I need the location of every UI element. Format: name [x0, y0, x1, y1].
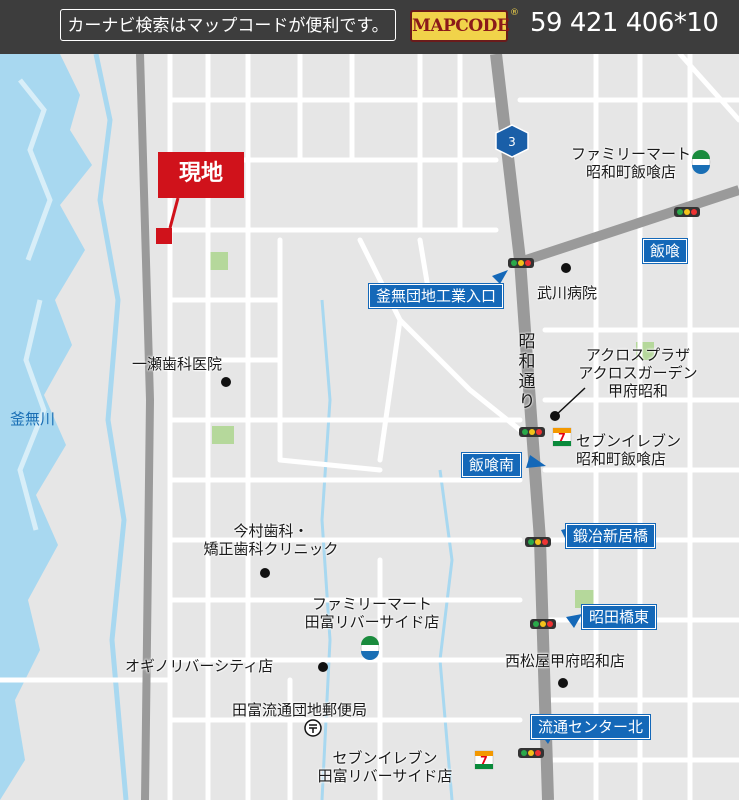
- site-label: 現地: [158, 152, 244, 198]
- label-seven-tatomi: セブンイレブン 田富リバーサイド店: [310, 749, 460, 785]
- poi-dot-icon: [318, 662, 328, 672]
- street-map: 3 7 7: [0, 0, 739, 800]
- label-line: 今村歯科・: [233, 522, 309, 540]
- label-takekawa-hospital: 武川病院: [537, 284, 598, 302]
- label-familymart-iigui: ファミリーマート 昭和町飯喰店: [566, 145, 696, 181]
- traffic-light-icon: [530, 619, 556, 629]
- mapcode-registered-mark: ®: [510, 8, 519, 18]
- road-name-char: 通: [518, 372, 536, 392]
- mapcode-value: 59 421 406*10: [530, 8, 719, 38]
- label-line: 昭和町飯喰店: [585, 163, 676, 181]
- familymart-logo-icon: [360, 636, 380, 660]
- label-imamura-dental: 今村歯科・ 矯正歯科クリニック: [196, 522, 346, 558]
- label-ichinose-dental: 一瀬歯科医院: [132, 355, 223, 373]
- label-line: 矯正歯科クリニック: [203, 540, 339, 558]
- seven-eleven-logo-icon: 7: [552, 427, 572, 447]
- label-line: 田富リバーサイド店: [304, 613, 440, 631]
- label-nishimatsuya: 西松屋甲府昭和店: [505, 652, 626, 670]
- road-name-char: り: [518, 392, 536, 412]
- svg-text:7: 7: [558, 431, 566, 444]
- traffic-light-icon: [508, 258, 534, 268]
- label-okino: オギノリバーシティ店: [125, 657, 274, 675]
- road-name-vertical: 昭和通り: [517, 332, 537, 412]
- river-label: 釜無川: [10, 410, 56, 428]
- sign-kamanashi-entrance: 釜無団地工業入口: [369, 284, 504, 308]
- label-line: 昭和町飯喰店: [576, 450, 667, 468]
- mapcode-header: カーナビ検索はマップコードが便利です。 MAPCODE ® 59 421 406…: [0, 0, 739, 54]
- poi-dot-icon: [558, 678, 568, 688]
- sign-kajishinikyo: 鍛冶新居橋: [566, 524, 656, 548]
- sign-iigui-minami: 飯喰南: [462, 453, 522, 477]
- label-line: セブンイレブン: [576, 432, 682, 450]
- poi-dot-icon: [260, 568, 270, 578]
- poi-dot-icon: [221, 377, 231, 387]
- traffic-light-icon: [519, 427, 545, 437]
- svg-text:7: 7: [480, 754, 488, 767]
- label-line: 田富リバーサイド店: [317, 767, 453, 785]
- mapcode-hint: カーナビ検索はマップコードが便利です。: [60, 9, 396, 41]
- road-name-char: 和: [518, 352, 536, 372]
- label-line: アクロスガーデン: [578, 364, 698, 382]
- sign-shodabashi-higashi: 昭田橋東: [582, 605, 657, 629]
- label-post-office: 田富流通団地郵便局: [232, 701, 368, 719]
- label-line: アクロスプラザ: [585, 346, 691, 364]
- label-line: 甲府昭和: [607, 382, 668, 400]
- traffic-light-icon: [674, 207, 700, 217]
- seven-eleven-logo-icon: 7: [474, 750, 494, 770]
- map-page: 3 7 7 カーナビ検索はマップコードが便利です。 MAPCODE ® 59 4…: [0, 0, 739, 800]
- sign-ryutsu-kita: 流通センター北: [531, 715, 651, 739]
- route-shield-icon: 3: [495, 124, 529, 158]
- road-name-char: 昭: [518, 332, 536, 352]
- route-number: 3: [508, 135, 516, 149]
- traffic-light-icon: [518, 748, 544, 758]
- label-seven-iigui: セブンイレブン 昭和町飯喰店: [576, 432, 681, 468]
- post-office-icon: [304, 719, 322, 737]
- traffic-light-icon: [525, 537, 551, 547]
- label-line: ファミリーマート: [311, 595, 432, 613]
- label-line: ファミリーマート: [570, 145, 691, 163]
- label-acros: アクロスプラザ アクロスガーデン 甲府昭和: [568, 346, 708, 400]
- site-marker: [156, 228, 172, 244]
- label-line: セブンイレブン: [332, 749, 438, 767]
- mapcode-logo: MAPCODE: [410, 10, 510, 42]
- poi-dot-icon: [561, 263, 571, 273]
- label-familymart-tatomi: ファミリーマート 田富リバーサイド店: [297, 595, 447, 631]
- sign-iigui: 飯喰: [643, 239, 688, 263]
